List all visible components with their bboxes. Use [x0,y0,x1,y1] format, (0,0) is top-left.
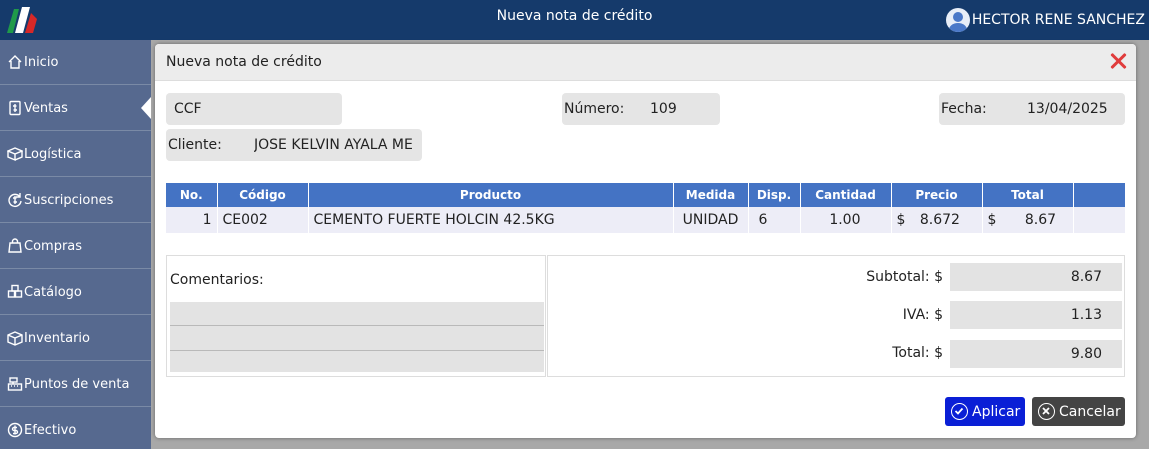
sidebar-item-label: Logística [24,146,82,162]
total-value: 8.67 [1024,212,1057,228]
x-circle-icon [1038,403,1055,420]
sidebar-item-label: Inicio [24,54,59,70]
cliente-value: JOSE KELVIN AYALA ME [254,137,413,153]
top-bar: Nueva nota de crédito HECTOR RENE SANCHE… [0,0,1149,40]
document-type-field[interactable]: CCF [166,93,342,125]
sidebar-item-label: Suscripciones [24,192,114,208]
dialog-header: Nueva nota de crédito [155,44,1136,81]
comments-divider [170,325,544,326]
cell-producto: CEMENTO FUERTE HOLCIN 42.5KG [308,207,674,233]
column-header-medida: Medida [673,183,749,207]
sidebar: Inicio Ventas Logística Suscripciones Co… [0,40,151,449]
credit-note-dialog: Nueva nota de crédito CCF Número: 109 Fe… [155,44,1136,438]
sidebar-item-efectivo[interactable]: Efectivo [0,408,151,449]
dollar-circle-icon [6,422,23,439]
cliente-label: Cliente: [168,137,222,153]
user-name: HECTOR RENE SANCHEZ [971,12,1145,28]
sidebar-item-suscripciones[interactable]: Suscripciones [0,178,151,223]
column-header-cantidad: Cantidad [800,183,892,207]
truck-icon [6,146,23,163]
fecha-label: Fecha: [941,101,987,117]
cell-medida: UNIDAD [673,207,749,233]
comments-divider [170,350,544,351]
table-header-row: No. Código Producto Medida Disp. Cantida… [166,183,1126,207]
items-table: No. Código Producto Medida Disp. Cantida… [166,183,1126,233]
cliente-field[interactable]: Cliente: JOSE KELVIN AYALA ME [166,129,422,161]
column-header-total: Total [982,183,1074,207]
cash-register-icon [6,376,23,393]
close-icon[interactable] [1108,51,1128,71]
comments-label: Comentarios: [170,272,264,288]
cell-codigo: CE002 [217,207,309,233]
table-row: 1 CE002 CEMENTO FUERTE HOLCIN 42.5KG UNI… [166,207,1126,233]
apply-button[interactable]: Aplicar [945,397,1025,426]
apply-label: Aplicar [972,403,1021,420]
column-header-no: No. [166,183,218,207]
totals-panel: Subtotal: $ 8.67 IVA: $ 1.13 Total: $ 9.… [547,255,1125,377]
boxes-icon [6,284,23,301]
cell-total: $ 8.67 [982,207,1074,233]
sidebar-item-catalogo[interactable]: Catálogo [0,270,151,315]
cell-actions [1073,207,1126,233]
cancel-label: Cancelar [1059,403,1121,420]
active-indicator [141,97,151,119]
total-currency: $ [987,212,997,228]
sidebar-item-inventario[interactable]: Inventario [0,316,151,361]
box-icon [6,330,23,347]
cell-no: 1 [166,207,218,233]
numero-field: Número: 109 [562,93,720,125]
sidebar-item-label: Puntos de venta [24,376,130,392]
sidebar-item-logistica[interactable]: Logística [0,132,151,177]
precio-currency: $ [896,212,906,228]
subtotal-label: Subtotal: $ [866,269,943,285]
sidebar-item-label: Efectivo [24,422,77,438]
fecha-field[interactable]: Fecha: 13/04/2025 [939,93,1125,125]
column-header-producto: Producto [308,183,674,207]
sidebar-item-compras[interactable]: Compras [0,224,151,269]
document-type-value: CCF [174,101,202,117]
cell-cantidad[interactable]: 1.00 [800,207,892,233]
total-value: 9.80 [950,340,1122,368]
sidebar-item-label: Ventas [24,100,68,116]
user-avatar-icon [945,8,970,32]
precio-value: 8.672 [919,212,960,228]
column-header-actions [1073,183,1126,207]
cancel-button[interactable]: Cancelar [1032,397,1125,426]
iva-value: 1.13 [950,301,1122,329]
numero-value: 109 [650,101,677,117]
shopping-bag-icon [6,238,23,255]
cell-disp: 6 [748,207,801,233]
numero-label: Número: [564,101,625,117]
dialog-title: Nueva nota de crédito [166,54,322,70]
fecha-value: 13/04/2025 [1027,101,1108,117]
cell-precio[interactable]: $ 8.672 [891,207,983,233]
total-label: Total: $ [892,345,943,361]
refresh-dollar-icon [6,192,23,209]
receipt-icon [6,100,23,117]
sidebar-item-label: Compras [24,238,83,254]
check-circle-icon [951,403,968,420]
column-header-disp: Disp. [748,183,801,207]
sidebar-item-label: Catálogo [24,284,82,300]
column-header-precio: Precio [891,183,983,207]
sidebar-item-inicio[interactable]: Inicio [0,40,151,85]
iva-label: IVA: $ [902,307,943,323]
subtotal-value: 8.67 [950,263,1122,291]
comments-panel: Comentarios: [166,255,546,377]
sidebar-item-label: Inventario [24,330,90,346]
column-header-codigo: Código [217,183,309,207]
user-menu[interactable]: HECTOR RENE SANCHEZ [945,8,1145,32]
comments-textarea[interactable] [170,302,544,372]
sidebar-item-puntos-de-venta[interactable]: Puntos de venta [0,362,151,407]
home-icon [6,54,23,71]
sidebar-item-ventas[interactable]: Ventas [0,86,151,131]
